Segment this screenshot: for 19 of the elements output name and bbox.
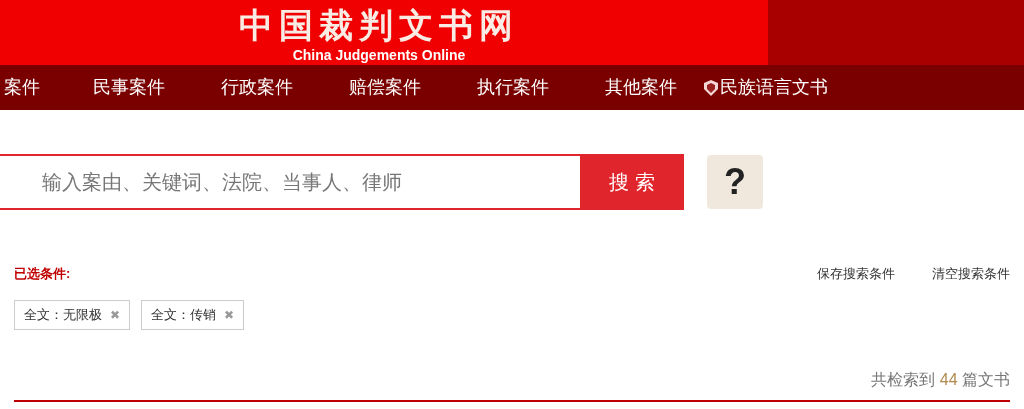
- nav-link[interactable]: 其他案件: [605, 74, 677, 101]
- site-title: 中国裁判文书网: [239, 5, 519, 45]
- nav-link[interactable]: 行政案件: [221, 74, 293, 101]
- shield-icon: [703, 79, 719, 96]
- tag-label: 全文：传销: [151, 305, 216, 324]
- nav-link[interactable]: 民事案件: [93, 74, 165, 101]
- site-subtitle: China Judgements Online: [292, 47, 466, 63]
- nav-link[interactable]: 民族语言文书: [703, 74, 828, 101]
- result-count: 共检索到 44 篇文书: [871, 369, 1010, 390]
- condition-action-link[interactable]: 清空搜索条件: [932, 264, 1010, 284]
- condition-action-link[interactable]: 保存搜索条件: [817, 264, 895, 284]
- nav-link[interactable]: 案件: [4, 74, 40, 101]
- tag-label: 全文：无限极: [24, 305, 102, 324]
- search-field[interactable]: 输入案由、关键词、法院、当事人、律师: [0, 154, 580, 210]
- search-button[interactable]: 搜 索: [580, 154, 684, 210]
- nav-link[interactable]: 赔偿案件: [349, 74, 421, 101]
- nav-link[interactable]: 执行案件: [477, 74, 549, 101]
- selected-conditions-label: 已选条件:: [14, 265, 71, 283]
- help-button[interactable]: ?: [707, 155, 763, 209]
